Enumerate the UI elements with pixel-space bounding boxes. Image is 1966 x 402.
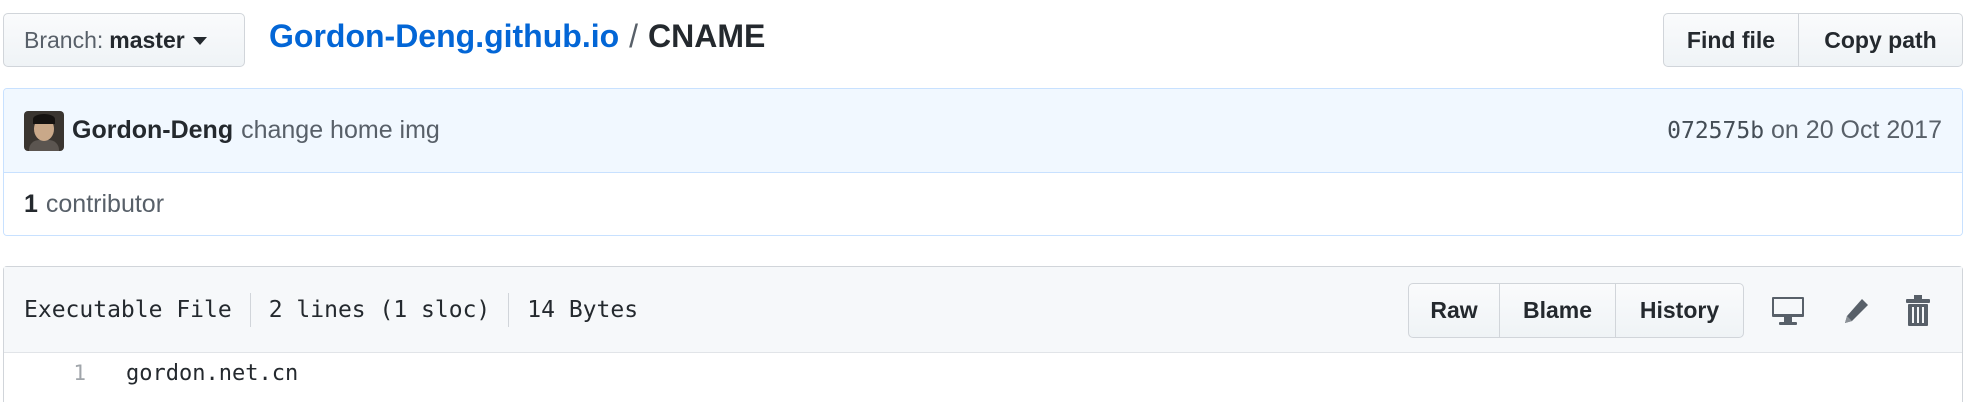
contributors[interactable]: 1 contributor xyxy=(4,173,1962,235)
line-number[interactable]: 1 xyxy=(4,361,88,385)
divider xyxy=(249,292,251,327)
file-name: CNAME xyxy=(648,18,766,54)
commit-author[interactable]: Gordon-Deng xyxy=(72,116,233,145)
file-mode: Executable File xyxy=(24,296,232,323)
commit-message[interactable]: change home img xyxy=(241,116,440,145)
branch-name: master xyxy=(109,26,185,53)
branch-select-button[interactable]: Branch: master xyxy=(3,13,245,67)
code-line: 1 gordon.net.cn xyxy=(4,353,1962,393)
file-info: Executable File 2 lines (1 sloc) 14 Byte… xyxy=(24,292,639,327)
commit-sha[interactable]: 072575b xyxy=(1667,118,1764,144)
pencil-icon[interactable] xyxy=(1838,293,1874,329)
file-actions: Raw Blame History xyxy=(1408,283,1744,338)
contributor-count: 1 xyxy=(24,189,38,218)
find-file-button[interactable]: Find file xyxy=(1663,13,1799,67)
blame-button[interactable]: Blame xyxy=(1500,283,1616,338)
desktop-icon[interactable] xyxy=(1770,293,1806,329)
contributor-label: contributor xyxy=(45,189,165,218)
repo-link[interactable]: Gordon-Deng.github.io xyxy=(269,18,619,54)
caret-down-icon xyxy=(192,37,207,45)
file-header: Executable File 2 lines (1 sloc) 14 Byte… xyxy=(4,267,1962,353)
divider xyxy=(508,292,510,327)
trash-icon[interactable] xyxy=(1900,293,1936,329)
file-box: Executable File 2 lines (1 sloc) 14 Byte… xyxy=(3,266,1963,402)
commit-meta: 072575b on 20 Oct 2017 xyxy=(1667,116,1942,145)
branch-prefix: Branch: xyxy=(24,26,104,53)
line-content: gordon.net.cn xyxy=(126,360,299,386)
avatar[interactable] xyxy=(24,110,64,151)
breadcrumb-separator: / xyxy=(629,18,639,54)
file-navigation-actions: Find file Copy path xyxy=(1663,13,1963,67)
file-size: 14 Bytes xyxy=(527,296,639,323)
commit-tease: Gordon-Deng change home img 072575b on 2… xyxy=(3,88,1963,236)
breadcrumb: Gordon-Deng.github.io / CNAME xyxy=(269,18,765,55)
file-lines: 2 lines (1 sloc) xyxy=(268,296,491,323)
commit-date: on 20 Oct 2017 xyxy=(1771,116,1942,144)
history-button[interactable]: History xyxy=(1616,283,1744,338)
raw-button[interactable]: Raw xyxy=(1408,283,1500,338)
copy-path-button[interactable]: Copy path xyxy=(1799,13,1963,67)
latest-commit: Gordon-Deng change home img 072575b on 2… xyxy=(4,89,1962,173)
